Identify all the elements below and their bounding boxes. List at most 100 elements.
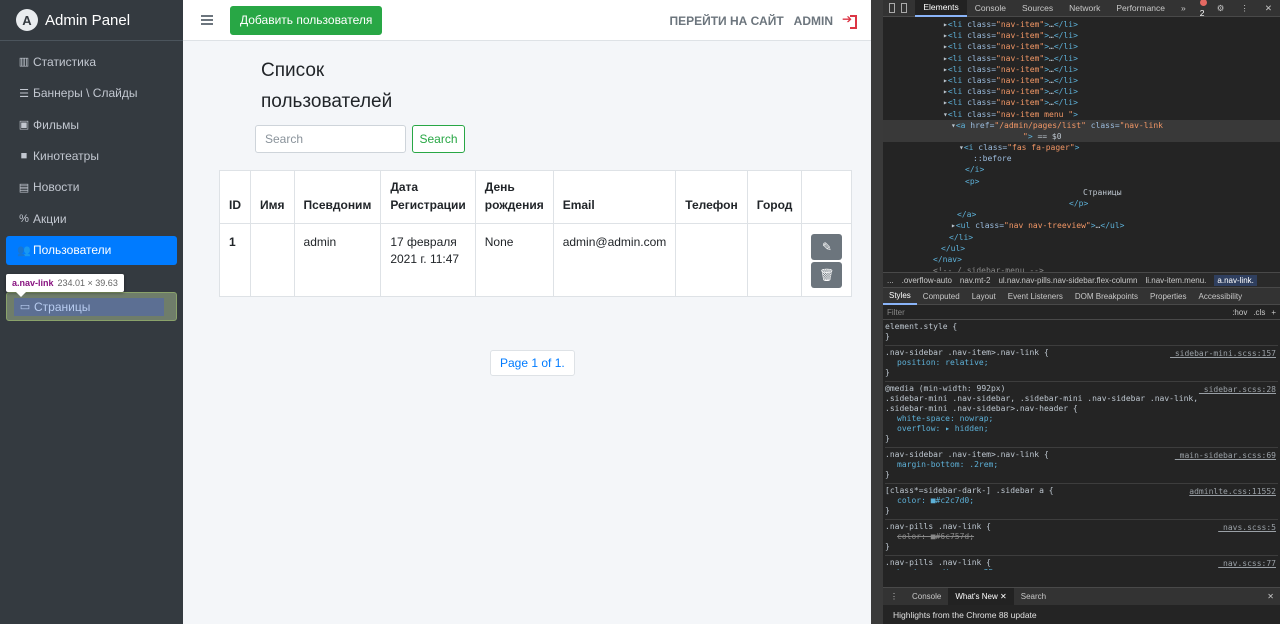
dom-node-line[interactable]: ::before <box>883 153 1280 164</box>
css-rule-source-link[interactable]: _sidebar.scss:28 <box>1199 385 1276 394</box>
dom-node-line[interactable]: </p> <box>883 198 1280 209</box>
tab-console[interactable]: Console <box>967 0 1014 17</box>
dom-node-line[interactable]: ▸<li class="nav-item">…</li> <box>883 86 1280 97</box>
breadcrumb-item[interactable]: a.nav-link. <box>1214 274 1257 286</box>
dom-node-line[interactable]: ▸<li class="nav-item">…</li> <box>883 19 1280 30</box>
css-rule-source-link[interactable]: _sidebar-mini.scss:157 <box>1170 349 1276 358</box>
tab-performance[interactable]: Performance <box>1108 0 1173 17</box>
css-rule-source-link[interactable]: adminlte.css:11552 <box>1189 487 1276 496</box>
column-header-nickname[interactable]: Псевдоним <box>293 170 382 224</box>
more-options-icon[interactable]: ⋮ <box>1232 0 1257 17</box>
column-header-phone[interactable]: Телефон <box>675 170 748 224</box>
css-rule[interactable]: _main-sidebar.scss:69 .nav-sidebar .nav-i… <box>885 448 1278 484</box>
search-button[interactable]: Search <box>412 125 465 153</box>
logout-icon[interactable] <box>842 12 857 29</box>
css-rule-source-link[interactable]: _main-sidebar.scss:69 <box>1175 451 1276 460</box>
drawer-tab-search[interactable]: Search <box>1014 588 1053 606</box>
column-header-registered[interactable]: Дата Регистрации <box>380 170 476 224</box>
dom-node-line[interactable]: </li> <box>883 232 1280 243</box>
sidebar-item-users[interactable]: 👥 Пользователи <box>6 235 177 265</box>
styles-subtab[interactable]: DOM Breakpoints <box>1069 288 1144 305</box>
users-table: ID Имя Псевдоним Дата Регистрации День р… <box>219 170 853 297</box>
tab-elements[interactable]: Elements <box>915 0 967 17</box>
sidebar-item-promotions[interactable]: % Акции <box>6 204 177 233</box>
breadcrumb-item[interactable]: ul.nav.nav-pills.nav-sidebar.flex-column <box>998 276 1137 285</box>
css-rule[interactable]: _sidebar.scss:28 @media (min-width: 992px… <box>885 382 1278 448</box>
dom-node-line[interactable]: Страницы <box>883 187 1280 198</box>
dom-node-line[interactable]: </i> <box>883 164 1280 175</box>
css-rule[interactable]: _nav.scss:77 .nav-pills .nav-link {border… <box>885 556 1278 570</box>
elements-tree[interactable]: ▸<li class="nav-item">…</li> ▸<li class="… <box>883 17 1280 272</box>
dom-node-line[interactable]: </nav> <box>883 254 1280 265</box>
inspect-element-icon[interactable] <box>889 3 896 13</box>
class-toggle[interactable]: .cls <box>1253 308 1265 317</box>
add-user-button[interactable]: Добавить пользователя <box>230 5 383 35</box>
go-to-site-link[interactable]: ПЕРЕЙТИ НА САЙТ <box>669 14 783 28</box>
css-rule-source-link[interactable]: _navs.scss:5 <box>1218 523 1276 532</box>
dom-node-line[interactable]: ▾<a href="/admin/pages/list" class="nav-… <box>883 119 1280 131</box>
tab-network[interactable]: Network <box>1061 0 1108 17</box>
error-badge[interactable]: 2 <box>1199 0 1209 18</box>
new-rule-button[interactable]: + <box>1271 308 1276 317</box>
sidebar-item-banners[interactable]: ☰ Баннеры \ Слайды <box>6 79 177 108</box>
pagination[interactable]: Page 1 of 1. <box>490 350 575 376</box>
dom-node-line[interactable]: <p> <box>883 176 1280 187</box>
sidebar-item-news[interactable]: ▤ Новости <box>6 173 177 202</box>
breadcrumb-item[interactable]: li.nav-item.menu. <box>1145 276 1206 285</box>
close-devtools-icon[interactable]: ✕ <box>1257 0 1280 17</box>
hamburger-menu-icon[interactable] <box>201 15 213 25</box>
drawer-tab-console[interactable]: Console <box>905 588 948 606</box>
column-header-id[interactable]: ID <box>219 170 251 224</box>
breadcrumb-item[interactable]: nav.mt-2 <box>960 276 991 285</box>
dom-node-line[interactable]: </a> <box>883 209 1280 220</box>
user-menu[interactable]: ADMIN <box>794 14 833 28</box>
hover-state-toggle[interactable]: :hov <box>1232 308 1247 317</box>
close-drawer-icon[interactable]: ✕ <box>1267 592 1274 601</box>
more-tabs-icon[interactable]: » <box>1173 0 1194 17</box>
styles-filter-input[interactable]: Filter <box>887 308 1226 317</box>
styles-subtab[interactable]: Computed <box>917 288 966 305</box>
edit-button[interactable]: ✎ <box>811 234 843 260</box>
styles-subtab[interactable]: Accessibility <box>1193 288 1249 305</box>
styles-subtab[interactable]: Styles <box>883 288 917 305</box>
column-header-name[interactable]: Имя <box>250 170 295 224</box>
dom-node-line[interactable]: ▸<ul class="nav nav-treeview">…</ul> <box>883 220 1280 231</box>
styles-subtab[interactable]: Event Listeners <box>1002 288 1069 305</box>
sidebar-item-pages[interactable]: ▭ Страницы <box>6 292 177 322</box>
dom-node-line[interactable]: ▸<li class="nav-item">…</li> <box>883 64 1280 75</box>
drawer-tab-whats-new[interactable]: What's New ✕ <box>948 587 1014 606</box>
css-rule[interactable]: _navs.scss:5 .nav-pills .nav-link {color:… <box>885 520 1278 556</box>
dom-node-line[interactable]: ▸<li class="nav-item">…</li> <box>883 75 1280 86</box>
css-rule[interactable]: _sidebar-mini.scss:157 .nav-sidebar .nav-… <box>885 346 1278 382</box>
drawer-more-icon[interactable]: ⋮ <box>883 588 905 606</box>
styles-subtab[interactable]: Layout <box>966 288 1002 305</box>
brand[interactable]: A Admin Panel <box>0 0 183 41</box>
dom-node-line[interactable]: ▸<li class="nav-item">…</li> <box>883 30 1280 41</box>
sidebar-item-cinemas[interactable]: ■ Кинотеатры <box>6 142 177 171</box>
sidebar-item-films[interactable]: ▣ Фильмы <box>6 110 177 139</box>
css-rule[interactable]: adminlte.css:11552 [class*=sidebar-dark-]… <box>885 484 1278 520</box>
device-toolbar-icon[interactable] <box>901 3 908 13</box>
css-rule-source-link[interactable]: _nav.scss:77 <box>1218 559 1276 568</box>
breadcrumb-item[interactable]: .overflow-auto <box>902 276 952 285</box>
dom-node-line[interactable]: "> == $0 <box>883 130 1280 143</box>
dom-node-line[interactable]: ▸<li class="nav-item">…</li> <box>883 97 1280 108</box>
dom-node-line[interactable]: ▸<li class="nav-item">…</li> <box>883 53 1280 64</box>
delete-button[interactable]: 🗑 <box>811 262 843 288</box>
styles-subtab[interactable]: Properties <box>1144 288 1192 305</box>
dom-node-line[interactable]: <!-- /.sidebar-menu --> <box>883 265 1280 272</box>
tab-sources[interactable]: Sources <box>1014 0 1061 17</box>
search-input[interactable] <box>255 125 406 153</box>
column-header-email[interactable]: Email <box>552 170 677 224</box>
breadcrumb-item[interactable]: ... <box>887 276 894 285</box>
dom-node-line[interactable]: ▾<i class="fas fa-pager"> <box>883 142 1280 153</box>
settings-gear-icon[interactable]: ⚙ <box>1209 0 1233 17</box>
devtools-drawer-tabs: ⋮ Console What's New ✕ Search ✕ <box>883 587 1280 606</box>
dom-node-line[interactable]: ▾<li class="nav-item menu "> <box>883 109 1280 120</box>
css-rule[interactable]: element.style {} <box>885 320 1278 346</box>
dom-node-line[interactable]: </ul> <box>883 243 1280 254</box>
sidebar-item-statistics[interactable]: ▥ Статистика <box>6 47 177 76</box>
dom-node-line[interactable]: ▸<li class="nav-item">…</li> <box>883 41 1280 52</box>
column-header-birthday[interactable]: День рождения <box>474 170 554 224</box>
column-header-city[interactable]: Город <box>746 170 803 224</box>
